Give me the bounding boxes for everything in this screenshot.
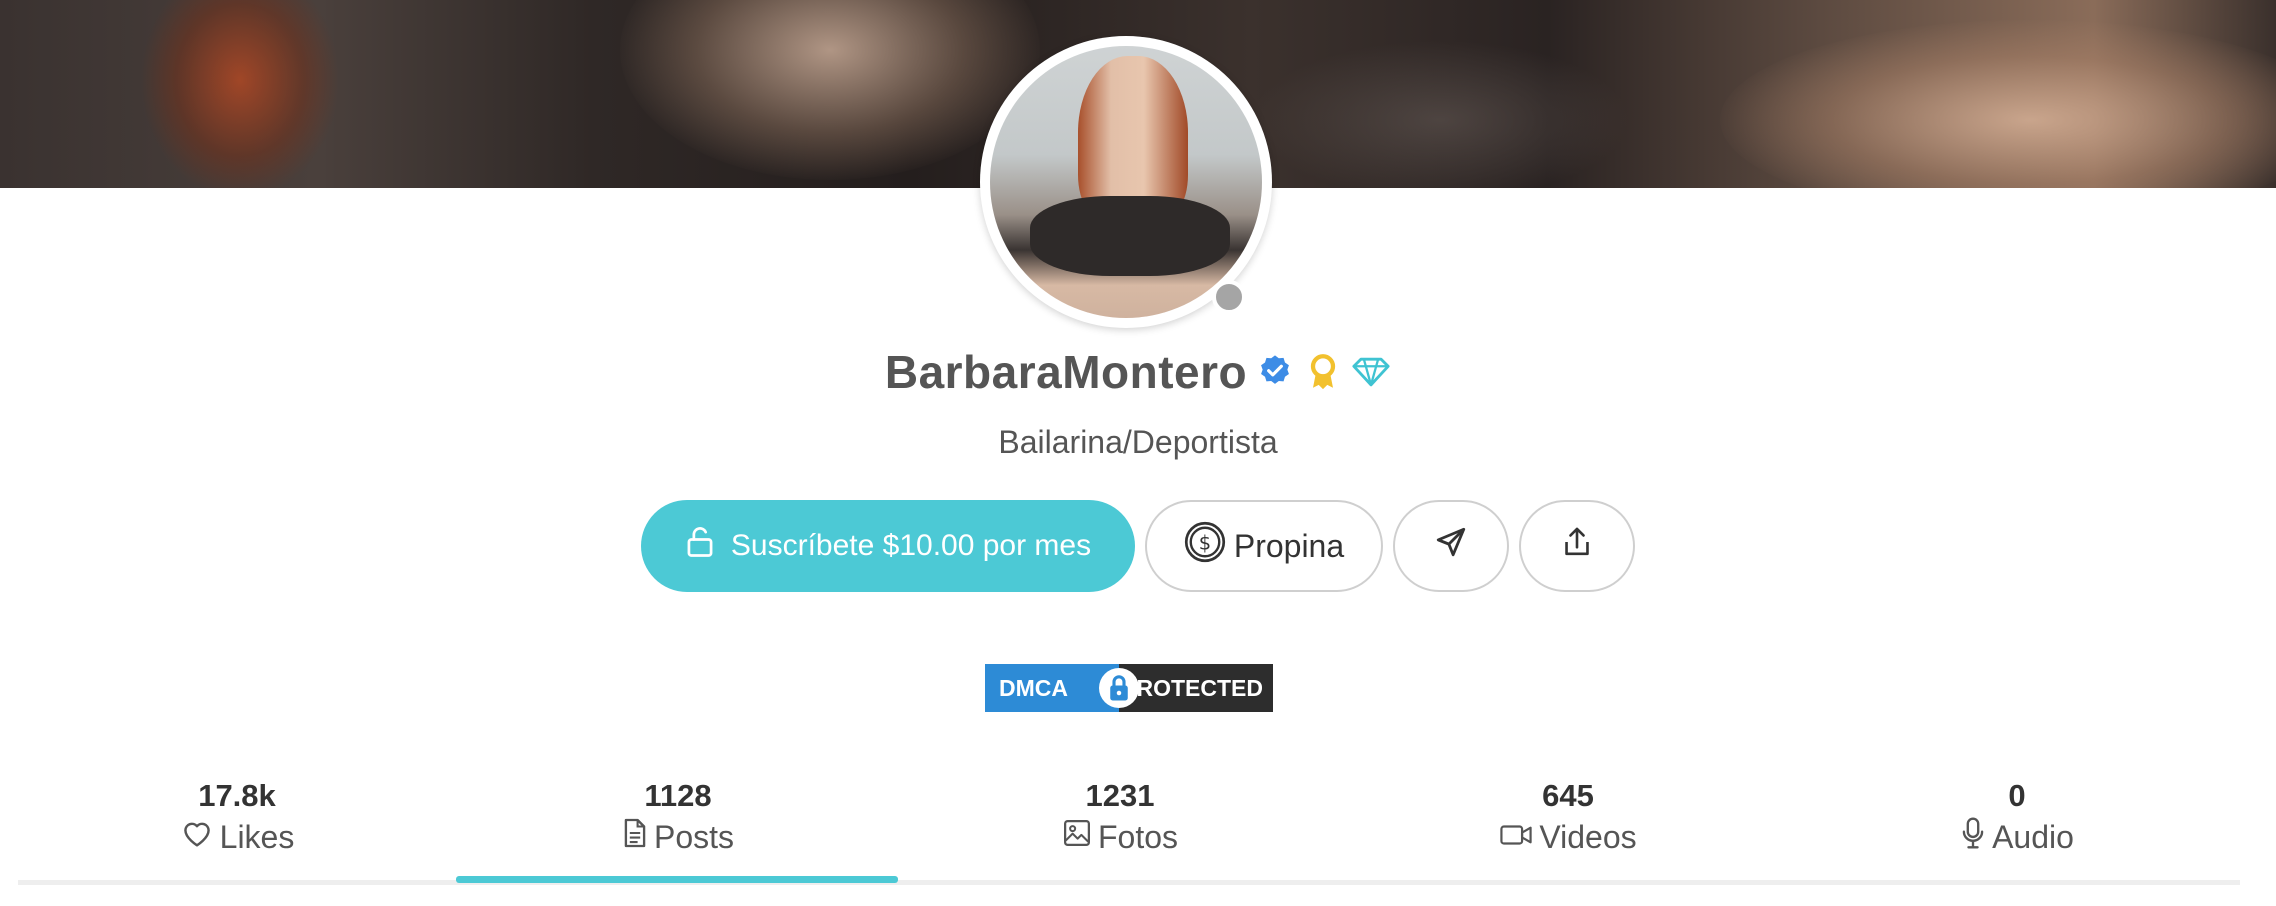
action-bar: Suscríbete $10.00 por mes $ Propina xyxy=(0,500,2276,596)
heart-icon xyxy=(180,818,214,856)
fotos-label: Fotos xyxy=(1097,818,1179,855)
likes-label: Likes xyxy=(219,818,295,855)
document-icon xyxy=(622,817,648,857)
send-message-button[interactable] xyxy=(1393,500,1509,592)
audio-label: Audio xyxy=(1992,818,2074,855)
share-icon xyxy=(1561,525,1593,567)
profile-name-row: BarbaraMontero xyxy=(0,342,2276,402)
tab-likes[interactable]: 17.8k Likes xyxy=(15,776,459,858)
tab-fotos[interactable]: 1231 Fotos xyxy=(898,776,1342,858)
verified-badge-icon xyxy=(1255,352,1295,392)
tab-audio[interactable]: 0 Audio xyxy=(1795,776,2239,858)
tip-label: Propina xyxy=(1233,527,1345,564)
tab-videos[interactable]: 645 Videos xyxy=(1346,776,1790,858)
subscribe-label: Suscríbete $10.00 por mes xyxy=(730,529,1092,562)
unlock-icon xyxy=(685,526,715,566)
likes-count: 17.8k xyxy=(198,778,276,813)
avatar-image xyxy=(990,46,1262,318)
videos-count: 645 xyxy=(1542,778,1594,813)
posts-count: 1128 xyxy=(644,778,712,813)
award-badge-icon xyxy=(1303,352,1343,392)
dmca-badge[interactable]: DMCA PROTECTED xyxy=(985,664,1273,712)
microphone-icon xyxy=(1960,816,1986,858)
video-icon xyxy=(1499,819,1533,856)
videos-label: Videos xyxy=(1539,818,1637,855)
stats-tabs: 17.8k Likes 1128 Posts 1231 Fotos 645 Vi… xyxy=(0,776,2276,886)
tip-button[interactable]: $ Propina xyxy=(1145,500,1383,592)
tab-posts[interactable]: 1128 Posts xyxy=(456,776,900,858)
profile-bio: Bailarina/Deportista xyxy=(998,424,1278,460)
profile-name: BarbaraMontero xyxy=(884,346,1248,398)
subscribe-button[interactable]: Suscríbete $10.00 por mes xyxy=(641,500,1135,592)
fotos-count: 1231 xyxy=(1085,778,1155,813)
lock-icon xyxy=(1099,668,1139,708)
dmca-label: DMCA xyxy=(999,674,1068,701)
dmca-protected-label: PROTECTED xyxy=(1121,674,1263,701)
image-icon xyxy=(1062,818,1092,856)
tab-divider xyxy=(18,880,2240,885)
diamond-badge-icon xyxy=(1351,352,1391,392)
posts-label: Posts xyxy=(653,818,735,855)
share-button[interactable] xyxy=(1519,500,1635,592)
active-tab-indicator xyxy=(456,876,898,883)
send-icon xyxy=(1434,525,1468,567)
audio-count: 0 xyxy=(2008,778,2026,813)
coin-icon: $ xyxy=(1184,521,1226,571)
status-indicator xyxy=(1212,280,1246,314)
svg-text:$: $ xyxy=(1199,532,1211,555)
